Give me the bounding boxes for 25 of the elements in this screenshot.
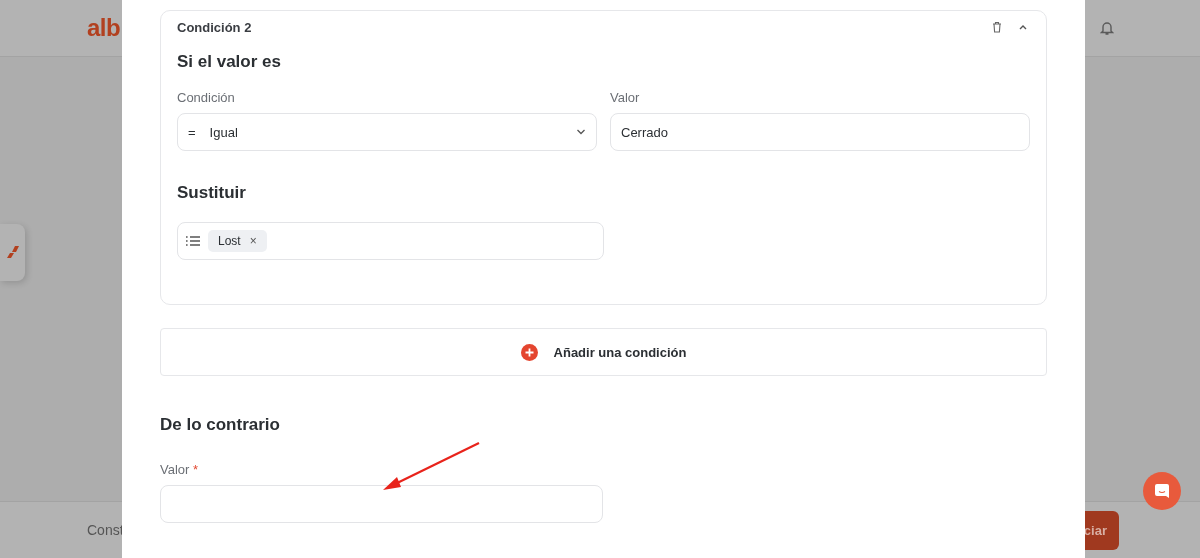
chevron-down-icon: [576, 129, 586, 135]
tag-field[interactable]: Lost ×: [177, 222, 604, 260]
section-heading: De lo contrario: [160, 414, 281, 436]
chat-icon: [1154, 483, 1170, 499]
logo-icon: [5, 246, 20, 258]
bell-icon[interactable]: [1100, 20, 1114, 36]
footer-text: Const: [87, 522, 124, 538]
section-heading: Si el valor es: [177, 51, 282, 73]
app-logo: alb: [87, 14, 121, 42]
input-field[interactable]: [160, 485, 603, 523]
side-tab[interactable]: [0, 223, 25, 281]
chevron-icon[interactable]: [1018, 23, 1028, 31]
field-label: Condición: [177, 89, 236, 107]
delete-icon[interactable]: [992, 21, 1002, 33]
section-heading: Sustituir: [177, 182, 247, 204]
remove-tag-button[interactable]: ×: [249, 234, 257, 248]
condition-dropdown[interactable]: = Igual: [177, 113, 597, 151]
add-condition-button[interactable]: Añadir una condición: [160, 328, 1047, 376]
tag: Lost ×: [208, 230, 267, 252]
field-label: Valor: [610, 89, 641, 107]
value-field[interactable]: Cerrado: [610, 113, 1030, 151]
plus-icon: [520, 343, 538, 361]
list-icon: [186, 236, 200, 246]
field-label: Valor *: [160, 461, 200, 479]
card-title: Condición 2: [177, 19, 252, 35]
